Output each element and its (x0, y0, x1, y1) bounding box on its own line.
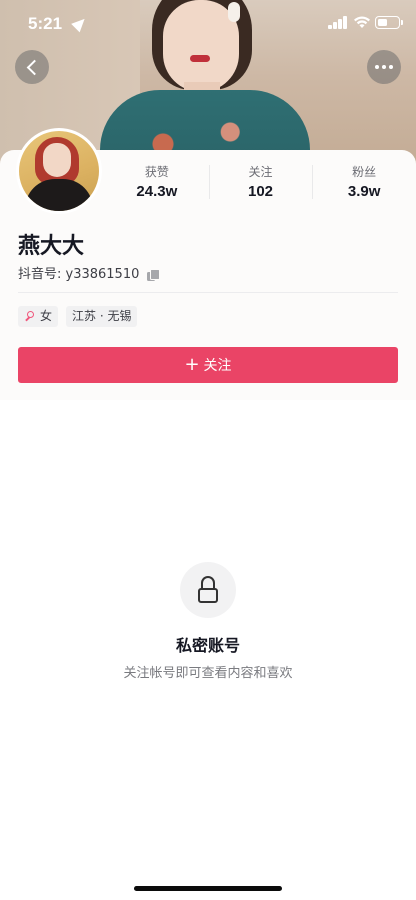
location-tag: 江苏 · 无锡 (66, 306, 138, 327)
gender-tag: 女 (18, 306, 59, 327)
stat-following-label: 关注 (248, 165, 273, 179)
cover-person-lips (190, 55, 210, 62)
follow-button-label: 关注 (203, 357, 232, 373)
profile-name: 燕大大 (18, 234, 85, 259)
stat-following[interactable]: 关注 102 (208, 163, 313, 203)
private-account-description: 关注帐号即可查看内容和喜欢 (123, 666, 293, 681)
stat-following-value: 102 (247, 183, 274, 200)
stat-likes-label: 获赞 (144, 165, 169, 179)
account-id-row: 抖音号: y33861510 (18, 266, 161, 284)
private-account-title: 私密账号 (175, 636, 240, 655)
status-time: 5:21 (28, 14, 63, 33)
location-tag-label: 江苏 · 无锡 (72, 309, 132, 323)
avatar-image (19, 131, 99, 211)
stat-likes-value: 24.3w (136, 183, 178, 200)
divider (18, 292, 398, 293)
profile-tags: 女 江苏 · 无锡 (18, 306, 138, 327)
back-button[interactable] (15, 50, 49, 84)
stat-likes[interactable]: 获赞 24.3w (105, 163, 209, 203)
lock-icon (180, 562, 236, 618)
copy-icon[interactable] (147, 269, 161, 281)
location-arrow-icon (71, 14, 89, 33)
signal-icon (328, 16, 348, 29)
more-button[interactable] (367, 50, 401, 84)
plus-icon: + (184, 354, 200, 375)
profile-stats: 获赞 24.3w 关注 102 粉丝 3.9w (105, 163, 416, 203)
battery-icon (375, 16, 403, 29)
gender-tag-label: 女 (40, 309, 53, 323)
back-chevron-icon (26, 59, 42, 75)
wifi-icon (354, 16, 370, 28)
stat-followers-label: 粉丝 (352, 165, 377, 179)
more-dots-icon (375, 65, 393, 69)
stat-followers[interactable]: 粉丝 3.9w (312, 163, 416, 203)
status-bar: 5:21 (0, 0, 416, 48)
account-id: 抖音号: y33861510 (18, 267, 140, 282)
stat-followers-value: 3.9w (347, 183, 381, 200)
female-icon (24, 311, 35, 322)
home-indicator (134, 886, 282, 891)
follow-button[interactable]: + 关注 (18, 347, 398, 383)
avatar[interactable] (16, 128, 102, 214)
